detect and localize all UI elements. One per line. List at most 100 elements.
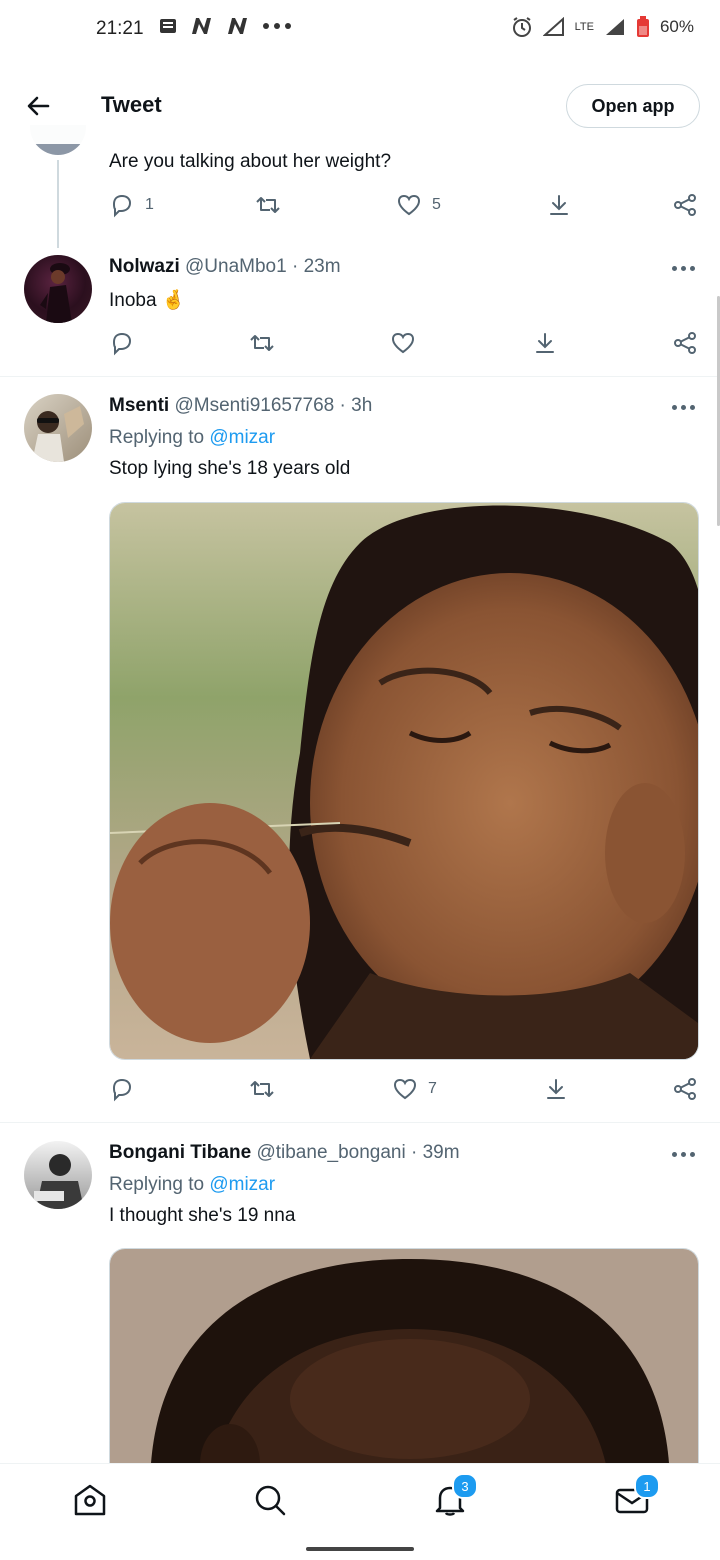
- retweet-icon: [250, 335, 274, 351]
- tweet-header: Nolwazi @UnaMbo1 · 23m: [109, 256, 341, 278]
- download-button[interactable]: [543, 1076, 569, 1102]
- reply-button[interactable]: 1: [109, 192, 154, 218]
- download-icon: [550, 195, 568, 215]
- retweet-icon: [256, 197, 280, 213]
- replying-label: Replying to: [109, 1174, 205, 1195]
- avatar-figure: [34, 1154, 84, 1209]
- download-icon: [536, 333, 554, 353]
- reply-icon: [112, 332, 132, 356]
- tweet-actions: 7: [109, 1076, 699, 1116]
- home-tab[interactable]: [72, 1482, 108, 1518]
- download-button[interactable]: [546, 192, 572, 218]
- display-name[interactable]: Nolwazi: [109, 256, 180, 277]
- more-options-icon[interactable]: [672, 1152, 696, 1160]
- like-button[interactable]: [390, 330, 416, 356]
- download-icon: [547, 1079, 565, 1099]
- like-button[interactable]: 7: [392, 1076, 437, 1102]
- display-name[interactable]: Msenti: [109, 395, 169, 416]
- tweet-text: Stop lying she's 18 years old: [109, 458, 351, 479]
- back-arrow-icon[interactable]: [22, 90, 54, 122]
- like-button[interactable]: 5: [396, 192, 441, 218]
- notifications-badge: 3: [452, 1473, 478, 1499]
- share-icon: [674, 332, 696, 354]
- divider: [0, 376, 720, 377]
- display-name[interactable]: Bongani Tibane: [109, 1142, 251, 1163]
- network-type: LTE: [574, 21, 594, 33]
- share-button[interactable]: [672, 1076, 698, 1102]
- retweet-button[interactable]: [254, 192, 282, 218]
- heart-icon: [397, 194, 421, 216]
- replying-handle-link[interactable]: @mizar: [209, 1174, 275, 1195]
- tweet-time: · 39m: [410, 1142, 460, 1163]
- avatar[interactable]: [24, 1141, 92, 1209]
- top-bar: Tweet Open app: [0, 68, 720, 144]
- bottom-nav: 3 1: [0, 1463, 720, 1538]
- photo: [110, 1249, 698, 1489]
- app-n-icon-2: [228, 18, 247, 34]
- tweet-actions: [109, 330, 699, 370]
- notification-icons: [158, 16, 292, 36]
- user-handle[interactable]: @tibane_bongani: [256, 1142, 405, 1163]
- avatar[interactable]: [24, 394, 92, 462]
- reply-icon: [112, 1078, 132, 1102]
- notifications-tab[interactable]: 3: [432, 1473, 478, 1518]
- alarm-icon: [512, 17, 531, 37]
- messages-tab[interactable]: 1: [614, 1473, 660, 1518]
- tweet-image[interactable]: [109, 502, 699, 1060]
- divider: [0, 1122, 720, 1123]
- tweet-image[interactable]: [109, 1248, 699, 1489]
- reply-button[interactable]: [109, 330, 135, 356]
- share-icon: [674, 194, 696, 216]
- tweet-time: · 3h: [339, 395, 373, 416]
- battery-percent: 60%: [659, 17, 694, 36]
- more-notifications-icon: [263, 23, 291, 29]
- search-icon: [255, 1485, 286, 1516]
- tweet-text: Are you talking about her weight?: [109, 151, 392, 172]
- share-icon: [674, 1078, 696, 1100]
- tweet-header: Bongani Tibane @tibane_bongani · 39m: [109, 1142, 460, 1164]
- heart-icon: [391, 332, 415, 354]
- tweet-text: I thought she's 19 nna: [109, 1205, 296, 1226]
- reply-button[interactable]: [109, 1076, 135, 1102]
- reply-count: 1: [145, 196, 154, 213]
- app-n-icon: [192, 18, 211, 34]
- more-options-icon[interactable]: [672, 405, 696, 413]
- avatar-figure: [40, 263, 72, 323]
- signal-icon: [542, 17, 564, 36]
- avatar-figure: [32, 406, 84, 462]
- user-handle[interactable]: @Msenti91657768: [174, 395, 334, 416]
- photo: [110, 503, 698, 1059]
- retweet-icon: [250, 1081, 274, 1097]
- open-app-button[interactable]: Open app: [566, 84, 700, 128]
- news-icon: [160, 19, 176, 33]
- gesture-bar[interactable]: [306, 1547, 414, 1551]
- status-right: LTE 60%: [511, 16, 694, 38]
- thread-line: [57, 160, 59, 248]
- messages-badge: 1: [634, 1473, 660, 1499]
- retweet-button[interactable]: [248, 1076, 276, 1102]
- like-count: 5: [432, 196, 441, 213]
- tweet-text: Inoba 🤞: [109, 290, 186, 311]
- download-button[interactable]: [532, 330, 558, 356]
- avatar[interactable]: [24, 255, 92, 323]
- heart-icon: [393, 1078, 417, 1100]
- battery-icon: [636, 16, 649, 37]
- share-button[interactable]: [672, 192, 698, 218]
- page-title: Tweet: [101, 92, 162, 117]
- status-bar: 21:21 LTE 60%: [0, 0, 720, 60]
- replying-label: Replying to: [109, 427, 205, 448]
- replying-to: Replying to @mizar: [109, 1174, 275, 1196]
- user-handle[interactable]: @UnaMbo1: [185, 256, 287, 277]
- tweet-time: · 23m: [291, 256, 341, 277]
- reply-icon: [112, 194, 132, 218]
- like-count: 7: [428, 1080, 437, 1097]
- more-options-icon[interactable]: [672, 266, 696, 274]
- retweet-button[interactable]: [248, 330, 276, 356]
- tweet-header: Msenti @Msenti91657768 · 3h: [109, 395, 372, 417]
- share-button[interactable]: [672, 330, 698, 356]
- signal-icon-2: [605, 19, 624, 35]
- search-tab[interactable]: [252, 1482, 288, 1518]
- status-time: 21:21: [96, 18, 144, 39]
- replying-handle-link[interactable]: @mizar: [209, 427, 275, 448]
- tweet-actions: 1 5: [109, 192, 699, 232]
